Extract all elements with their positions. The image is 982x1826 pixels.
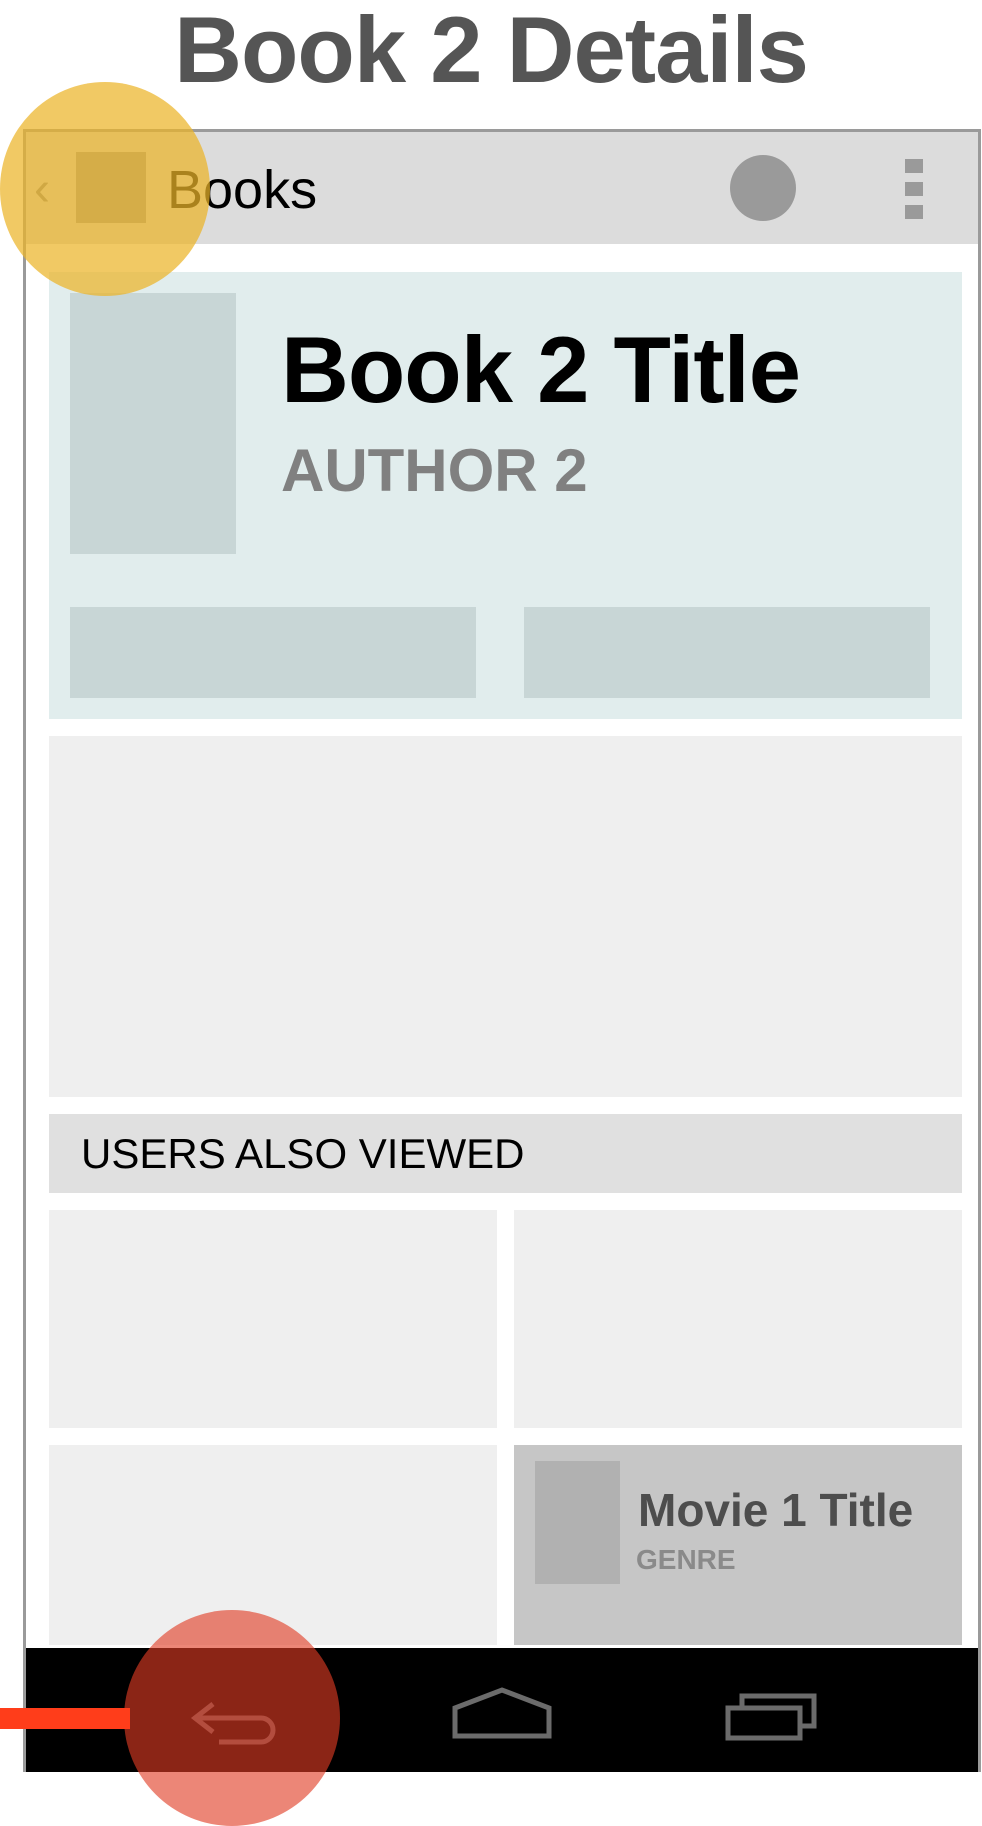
related-tile[interactable] (49, 1445, 497, 1645)
movie-genre: GENRE (636, 1544, 736, 1575)
touch-highlight-back (124, 1610, 340, 1826)
book-action-button-secondary[interactable] (524, 607, 930, 698)
overflow-dot (905, 182, 923, 196)
overflow-dot (905, 159, 923, 173)
book-action-button-primary[interactable] (70, 607, 476, 698)
recents-icon[interactable] (722, 1684, 832, 1744)
movie-thumbnail (535, 1461, 620, 1584)
circle-action-icon[interactable] (730, 155, 796, 221)
book-cover-image (70, 293, 236, 554)
home-icon[interactable] (447, 1682, 557, 1742)
related-tile[interactable] (49, 1210, 497, 1428)
movie-title: Movie 1 Title (638, 1484, 914, 1536)
annotation-pointer-line (0, 1708, 130, 1729)
related-section-label: USERS ALSO VIEWED (81, 1130, 525, 1177)
overflow-dot (905, 205, 923, 219)
book-author: AUTHOR 2 (281, 437, 588, 504)
page-title: Book 2 Details (174, 0, 809, 102)
book-title: Book 2 Title (281, 317, 801, 422)
book-description-panel (49, 736, 962, 1097)
touch-highlight-up (0, 82, 210, 296)
overflow-menu-icon[interactable] (905, 159, 923, 219)
related-tile[interactable] (514, 1210, 962, 1428)
